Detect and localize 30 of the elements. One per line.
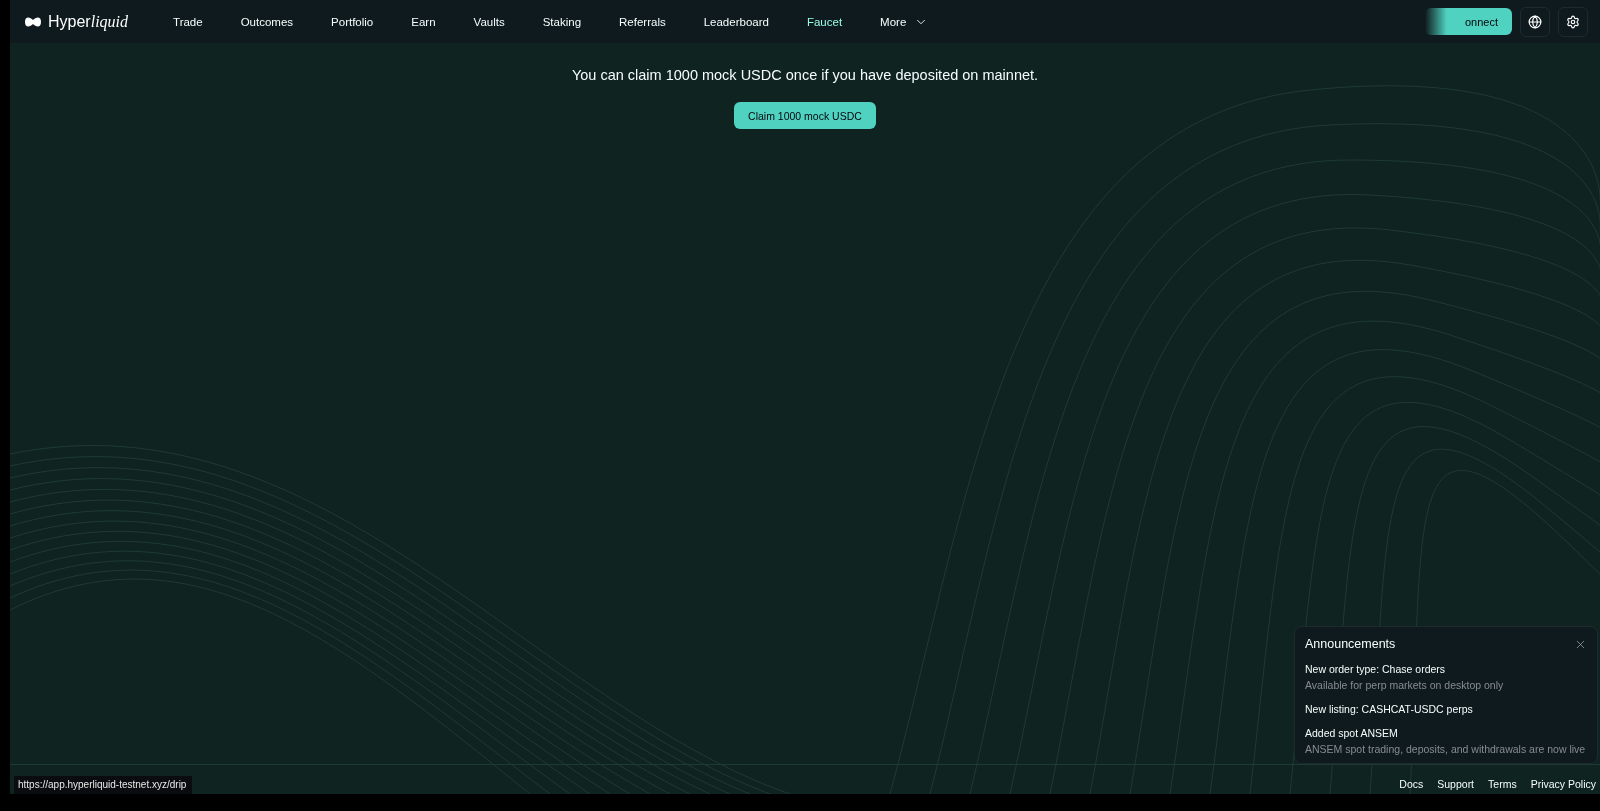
nav-link[interactable]: Vaults: [473, 15, 505, 28]
footer-link[interactable]: Support: [1437, 778, 1475, 790]
nav-link[interactable]: Faucet: [806, 15, 843, 28]
nav-link[interactable]: Earn: [411, 15, 436, 28]
nav-link[interactable]: Referrals: [619, 15, 666, 28]
globe-icon: [1528, 14, 1542, 29]
logo-icon: [24, 15, 42, 28]
announcement-title[interactable]: New listing: CASHCAT-USDC perps: [1305, 703, 1587, 715]
announcement-title[interactable]: New order type: Chase orders: [1305, 663, 1587, 675]
nav-link[interactable]: Staking: [542, 15, 582, 28]
announcement-title[interactable]: Added spot ANSEM: [1305, 727, 1587, 739]
footer-link[interactable]: Docs: [1399, 778, 1424, 790]
footer-link[interactable]: Terms: [1488, 778, 1517, 790]
connect-button[interactable]: onnect: [1424, 8, 1512, 35]
status-url: https://app.hyperliquid-testnet.xyz/drip: [14, 776, 193, 794]
nav-link[interactable]: Trade: [173, 15, 203, 28]
claim-button[interactable]: Claim 1000 mock USDC: [734, 102, 876, 129]
settings-button[interactable]: [1558, 6, 1588, 37]
announcement-text: Available for perp markets on desktop only: [1305, 679, 1505, 691]
footer-link[interactable]: Privacy Policy: [1530, 778, 1596, 790]
announcement-text: ANSEM spot trading, deposits, and withdrawals are now live: [1305, 743, 1587, 755]
panel-title: Announcements: [1305, 637, 1396, 651]
nav-link[interactable]: More: [880, 14, 929, 29]
nav-link[interactable]: Portfolio: [331, 15, 374, 28]
language-button[interactable]: [1520, 6, 1550, 37]
settings-icon: [1566, 14, 1580, 29]
nav-link[interactable]: Leaderboard: [703, 15, 769, 28]
faucet-message: You can claim 1000 mock USDC once if you have deposited on mainnet.: [571, 67, 1039, 83]
logo-wordmark[interactable]: Hyperliquid: [48, 12, 129, 31]
nav-link[interactable]: Outcomes: [240, 15, 294, 28]
